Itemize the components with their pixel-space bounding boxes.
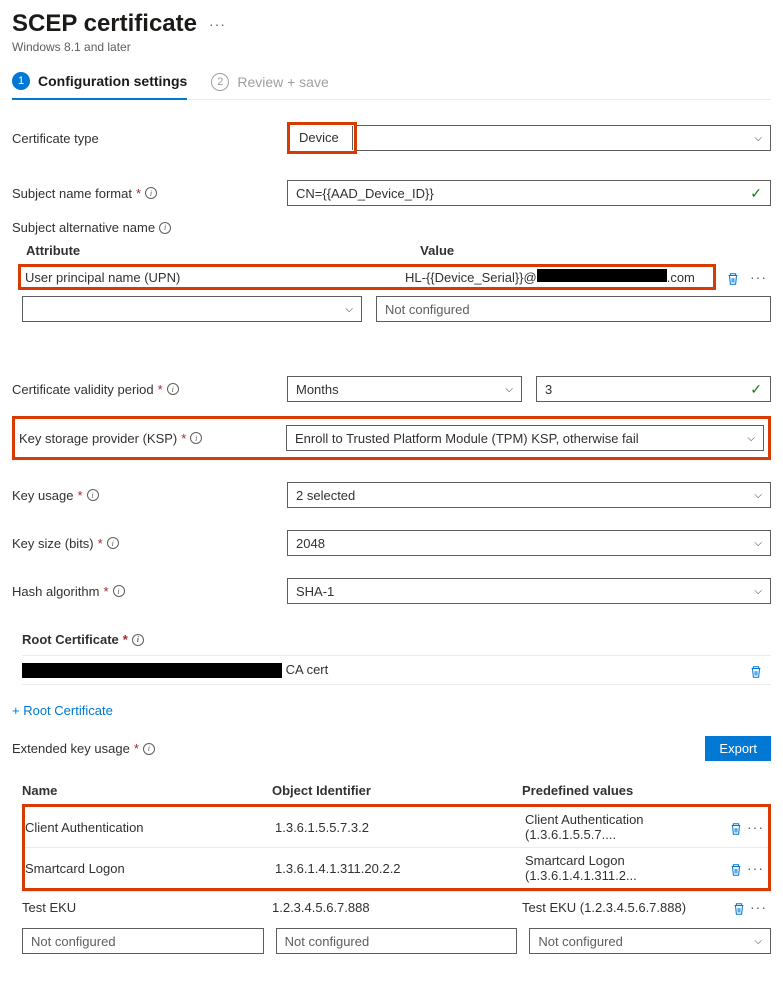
table-row: Test EKU 1.2.3.4.5.6.7.888 Test EKU (1.2… [22, 891, 771, 922]
eku-table: Name Object Identifier Predefined values… [22, 777, 771, 922]
eku-name: Test EKU [22, 900, 272, 915]
san-attribute: User principal name (UPN) [25, 270, 405, 285]
eku-name-input[interactable]: Not configured [22, 928, 264, 954]
certificate-type-select[interactable]: ⌵ [357, 125, 771, 151]
key-usage-select[interactable]: 2 selected⌵ [287, 482, 771, 508]
step-number-icon: 2 [211, 73, 229, 91]
chevron-down-icon: ⌵ [747, 433, 755, 444]
info-icon[interactable]: i [87, 489, 99, 501]
info-icon[interactable]: i [113, 585, 125, 597]
page-header: SCEP certificate ··· Windows 8.1 and lat… [12, 10, 771, 54]
certificate-type-label: Certificate type [12, 131, 287, 146]
highlight-san-row: User principal name (UPN) HL-{{Device_Se… [18, 264, 716, 290]
tab-label: Configuration settings [38, 73, 187, 89]
san-attribute-select[interactable]: ⌵ [22, 296, 362, 322]
hash-algorithm-label: Hash algorithm* i [12, 584, 287, 599]
delete-icon[interactable] [729, 861, 743, 875]
ksp-label: Key storage provider (KSP)* i [19, 431, 286, 446]
highlight-ksp-row: Key storage provider (KSP)* i Enroll to … [12, 416, 771, 460]
root-certificate-row: CA cert [22, 655, 771, 685]
more-icon[interactable]: ··· [743, 860, 768, 876]
san-table-header: Attribute Value [26, 243, 771, 258]
key-size-label: Key size (bits)* i [12, 536, 287, 551]
tab-review-save[interactable]: 2 Review + save [211, 72, 328, 99]
chevron-down-icon: ⌵ [754, 490, 762, 501]
delete-icon[interactable] [749, 663, 763, 677]
step-number-icon: 1 [12, 72, 30, 90]
san-value: HL-{{Device_Serial}}@.com [405, 269, 709, 285]
subject-name-format-input[interactable]: CN={{AAD_Device_ID}} ✓ [287, 180, 771, 206]
ksp-select[interactable]: Enroll to Trusted Platform Module (TPM) … [286, 425, 764, 451]
eku-predefined: Test EKU (1.2.3.4.5.6.7.888) [522, 900, 732, 915]
more-icon[interactable]: ··· [743, 819, 768, 835]
chevron-down-icon: ⌵ [754, 133, 762, 144]
chevron-down-icon: ⌵ [505, 384, 513, 395]
table-row: Smartcard Logon 1.3.6.1.4.1.311.20.2.2 S… [25, 847, 768, 888]
chevron-down-icon: ⌵ [345, 304, 353, 315]
eku-oid-input[interactable]: Not configured [276, 928, 518, 954]
eku-oid: 1.3.6.1.4.1.311.20.2.2 [275, 861, 525, 876]
san-label: Subject alternative name i [12, 220, 287, 235]
info-icon[interactable]: i [145, 187, 157, 199]
subject-name-format-label: Subject name format* i [12, 186, 287, 201]
info-icon[interactable]: i [190, 432, 202, 444]
more-actions-icon[interactable]: ··· [209, 16, 226, 32]
page-subtitle: Windows 8.1 and later [12, 40, 771, 54]
more-icon[interactable]: ··· [746, 899, 771, 915]
validity-value-input[interactable]: 3✓ [536, 376, 771, 402]
info-icon[interactable]: i [167, 383, 179, 395]
eku-name: Smartcard Logon [25, 861, 275, 876]
table-row: Client Authentication 1.3.6.1.5.5.7.3.2 … [25, 807, 768, 847]
add-root-certificate-link[interactable]: + Root Certificate [12, 703, 113, 718]
validity-unit-select[interactable]: Months⌵ [287, 376, 522, 402]
chevron-down-icon: ⌵ [754, 538, 762, 549]
more-icon[interactable]: ··· [746, 269, 771, 285]
eku-predefined-select[interactable]: Not configured⌵ [529, 928, 771, 954]
info-icon[interactable]: i [132, 634, 144, 646]
chevron-down-icon: ⌵ [754, 586, 762, 597]
tab-label: Review + save [237, 74, 328, 90]
eku-label: Extended key usage* i [12, 741, 155, 756]
eku-oid: 1.2.3.4.5.6.7.888 [272, 900, 522, 915]
eku-predefined: Client Authentication (1.3.6.1.5.5.7.... [525, 812, 729, 842]
san-row: User principal name (UPN) HL-{{Device_Se… [25, 269, 709, 285]
info-icon[interactable]: i [159, 222, 171, 234]
export-button[interactable]: Export [705, 736, 771, 761]
root-certificate-label: Root Certificate* i [22, 632, 771, 647]
eku-oid: 1.3.6.1.5.5.7.3.2 [275, 820, 525, 835]
check-icon: ✓ [750, 185, 762, 202]
wizard-tabs: 1 Configuration settings 2 Review + save [12, 72, 771, 100]
delete-icon[interactable] [732, 900, 746, 914]
delete-icon[interactable] [729, 820, 743, 834]
key-usage-label: Key usage* i [12, 488, 287, 503]
delete-icon[interactable] [726, 270, 740, 284]
check-icon: ✓ [750, 381, 762, 398]
page-title: SCEP certificate [12, 10, 197, 38]
eku-predefined: Smartcard Logon (1.3.6.1.4.1.311.2... [525, 853, 729, 883]
info-icon[interactable]: i [107, 537, 119, 549]
highlight-certificate-type: Device [287, 122, 357, 154]
tab-configuration-settings[interactable]: 1 Configuration settings [12, 72, 187, 100]
highlight-eku-rows: Client Authentication 1.3.6.1.5.5.7.3.2 … [22, 804, 771, 891]
san-value-input[interactable]: Not configured [376, 296, 771, 322]
eku-name: Client Authentication [25, 820, 275, 835]
eku-table-header: Name Object Identifier Predefined values [22, 777, 771, 804]
info-icon[interactable]: i [143, 743, 155, 755]
chevron-down-icon: ⌵ [754, 936, 762, 947]
validity-period-label: Certificate validity period* i [12, 382, 287, 397]
key-size-select[interactable]: 2048⌵ [287, 530, 771, 556]
hash-algorithm-select[interactable]: SHA-1⌵ [287, 578, 771, 604]
certificate-type-value[interactable]: Device [291, 126, 353, 150]
